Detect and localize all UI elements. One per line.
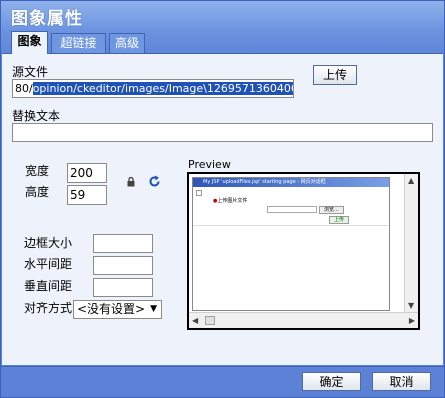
width-label: 宽度 bbox=[25, 164, 50, 178]
upload-button[interactable]: 上传 bbox=[313, 65, 357, 85]
dialog-title: 图象属性 bbox=[11, 9, 83, 29]
preview-scroll-thumb[interactable] bbox=[205, 316, 215, 325]
preview-browse-button: 浏览... bbox=[319, 206, 344, 214]
source-url-input[interactable]: 80/opinion/ckeditor/images/Image\1269571… bbox=[12, 79, 294, 98]
hspace-input[interactable] bbox=[93, 256, 153, 275]
preview-horizontal-scrollbar[interactable]: ◀ ▶ bbox=[189, 312, 418, 328]
preview-box: My JSP 'uploadFiles.jsp' starting page -… bbox=[187, 172, 420, 330]
lock-ratio-icon[interactable] bbox=[127, 177, 135, 187]
preview-divider bbox=[193, 225, 389, 226]
source-url-prefix: 80/ bbox=[15, 82, 33, 95]
align-label: 对齐方式 bbox=[24, 301, 73, 315]
border-label: 边框大小 bbox=[24, 236, 73, 250]
preview-file-input bbox=[267, 206, 317, 213]
scroll-down-icon[interactable]: ▼ bbox=[408, 301, 414, 311]
height-label: 高度 bbox=[25, 185, 50, 199]
align-select[interactable]: <没有设置> ▼ bbox=[73, 300, 162, 319]
chevron-down-icon: ▼ bbox=[150, 304, 157, 314]
scroll-up-icon[interactable]: ▲ bbox=[408, 176, 414, 186]
preview-window-title: My JSP 'uploadFiles.jsp' starting page -… bbox=[193, 178, 389, 187]
image-tab-panel: 源文件 80/opinion/ckeditor/images/Image\126… bbox=[2, 53, 443, 365]
preview-label: Preview bbox=[188, 158, 231, 171]
vspace-input[interactable] bbox=[93, 278, 153, 297]
border-input[interactable] bbox=[93, 234, 153, 253]
width-input[interactable]: 200 bbox=[67, 163, 107, 183]
preview-file-label: ●上传图片文件 bbox=[213, 198, 248, 204]
preview-upload-button: 上传 bbox=[329, 216, 350, 224]
source-label: 源文件 bbox=[12, 65, 49, 79]
align-select-value: <没有设置> bbox=[77, 302, 146, 316]
scroll-left-icon[interactable]: ◀ bbox=[192, 316, 198, 326]
source-url-selected: opinion/ckeditor/images/Image\1269571360… bbox=[32, 82, 293, 95]
preview-vertical-scrollbar[interactable]: ▲ ▼ bbox=[404, 174, 418, 312]
vspace-label: 垂直间距 bbox=[24, 279, 73, 293]
alt-text-label: 替换文本 bbox=[12, 109, 61, 123]
preview-image: My JSP 'uploadFiles.jsp' starting page -… bbox=[192, 177, 390, 311]
tab-advanced[interactable]: 高级 bbox=[109, 33, 145, 53]
preview-checkbox-icon bbox=[196, 190, 202, 196]
footer-separator bbox=[1, 366, 444, 367]
scroll-right-icon[interactable]: ▶ bbox=[409, 316, 415, 326]
reset-size-icon[interactable] bbox=[148, 175, 161, 188]
height-input[interactable]: 59 bbox=[67, 185, 107, 205]
ok-button[interactable]: 确定 bbox=[302, 372, 361, 391]
tab-image[interactable]: 图象 bbox=[11, 31, 48, 54]
cancel-button[interactable]: 取消 bbox=[372, 372, 431, 391]
alt-text-input[interactable] bbox=[12, 123, 433, 142]
image-properties-dialog: 图象属性 图象 超链接 高级 源文件 80/opinion/ckeditor/i… bbox=[0, 0, 445, 398]
tab-link[interactable]: 超链接 bbox=[51, 33, 106, 53]
hspace-label: 水平间距 bbox=[24, 257, 73, 271]
